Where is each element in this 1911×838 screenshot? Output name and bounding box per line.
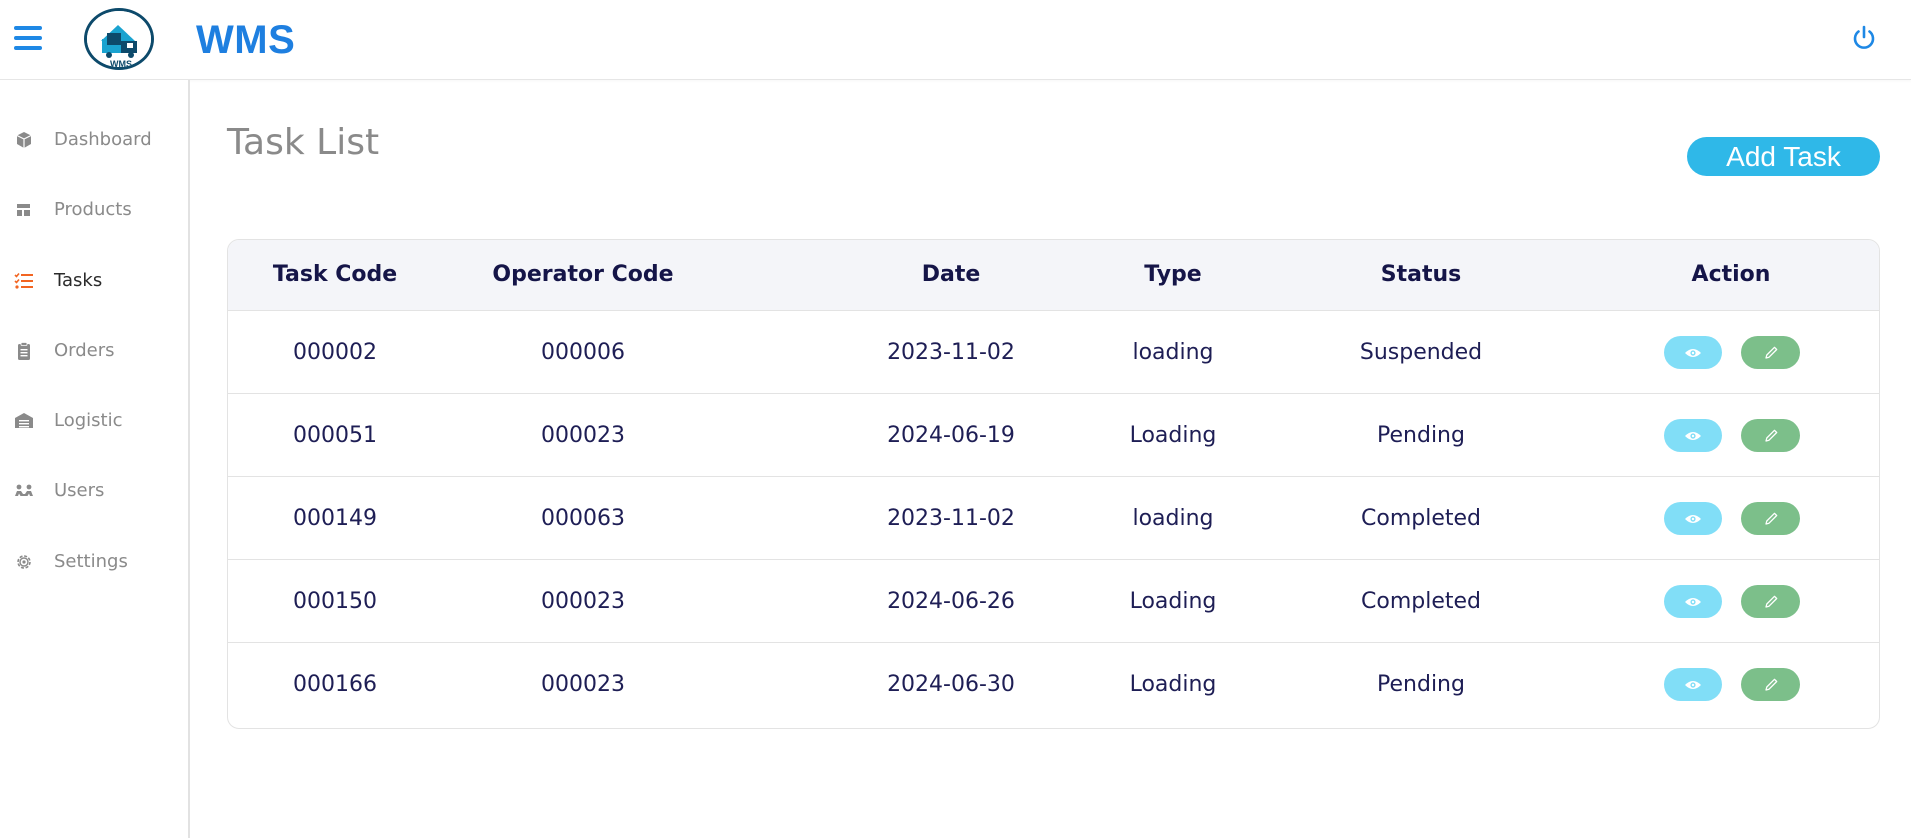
layout-icon <box>14 200 34 220</box>
table-row: 000166 000023 2024-06-30 Loading Pending <box>228 643 1879 726</box>
page-title: Task List <box>227 122 380 163</box>
operator-code-cell: 000023 <box>541 423 625 448</box>
sidebar-item-label: Settings <box>54 551 128 572</box>
date-cell: 2023-11-02 <box>887 340 1015 365</box>
top-bar: WMS WMS <box>0 0 1911 80</box>
sidebar-item-dashboard[interactable]: Dashboard <box>0 118 188 162</box>
checklist-icon <box>14 271 34 291</box>
task-code-cell: 000051 <box>293 423 377 448</box>
sidebar-item-products[interactable]: Products <box>0 188 188 232</box>
type-cell: Loading <box>1129 589 1217 614</box>
pencil-icon <box>1764 678 1777 691</box>
eye-icon <box>1685 431 1701 440</box>
date-cell: 2024-06-30 <box>887 672 1015 697</box>
column-header-date: Date <box>921 262 981 287</box>
svg-text:WMS: WMS <box>110 59 132 69</box>
users-icon <box>14 481 34 501</box>
view-button[interactable] <box>1664 668 1722 701</box>
view-button[interactable] <box>1664 502 1722 535</box>
edit-button[interactable] <box>1741 668 1800 701</box>
sidebar-item-tasks[interactable]: Tasks <box>0 259 188 303</box>
sidebar-item-logistic[interactable]: Logistic <box>0 399 188 443</box>
eye-icon <box>1685 348 1701 357</box>
view-button[interactable] <box>1664 419 1722 452</box>
clipboard-icon <box>14 341 34 361</box>
hamburger-icon[interactable] <box>14 26 42 50</box>
type-cell: loading <box>1132 340 1214 365</box>
task-code-cell: 000166 <box>293 672 377 697</box>
sidebar-item-label: Users <box>54 480 105 501</box>
add-task-button[interactable]: Add Task <box>1687 137 1880 176</box>
task-table: Task Code Operator Code Date Type Status… <box>227 239 1880 729</box>
operator-code-cell: 000023 <box>541 672 625 697</box>
table-header: Task Code Operator Code Date Type Status… <box>228 240 1879 311</box>
status-cell: Completed <box>1361 589 1481 614</box>
sidebar-item-label: Logistic <box>54 410 123 431</box>
operator-code-cell: 000006 <box>541 340 625 365</box>
view-button[interactable] <box>1664 585 1722 618</box>
date-cell: 2024-06-19 <box>887 423 1015 448</box>
status-cell: Completed <box>1361 506 1481 531</box>
sidebar-item-settings[interactable]: Settings <box>0 540 188 584</box>
edit-button[interactable] <box>1741 336 1800 369</box>
eye-icon <box>1685 597 1701 606</box>
app-title: WMS <box>196 18 296 62</box>
type-cell: loading <box>1132 506 1214 531</box>
status-cell: Pending <box>1377 672 1465 697</box>
sidebar-item-label: Orders <box>54 340 115 361</box>
sidebar-item-label: Dashboard <box>54 129 152 150</box>
column-header-operator-code: Operator Code <box>492 262 674 287</box>
pencil-icon <box>1764 346 1777 359</box>
sidebar-item-orders[interactable]: Orders <box>0 329 188 373</box>
task-code-cell: 000150 <box>293 589 377 614</box>
box-icon <box>14 130 34 150</box>
pencil-icon <box>1764 429 1777 442</box>
date-cell: 2024-06-26 <box>887 589 1015 614</box>
task-code-cell: 000149 <box>293 506 377 531</box>
table-row: 000150 000023 2024-06-26 Loading Complet… <box>228 560 1879 643</box>
sidebar-item-users[interactable]: Users <box>0 469 188 513</box>
view-button[interactable] <box>1664 336 1722 369</box>
edit-button[interactable] <box>1741 419 1800 452</box>
task-code-cell: 000002 <box>293 340 377 365</box>
column-header-action: Action <box>1691 262 1771 287</box>
table-row: 000149 000063 2023-11-02 loading Complet… <box>228 477 1879 560</box>
eye-icon <box>1685 680 1701 689</box>
pencil-icon <box>1764 595 1777 608</box>
operator-code-cell: 000023 <box>541 589 625 614</box>
type-cell: Loading <box>1129 423 1217 448</box>
gear-icon <box>14 552 34 572</box>
sidebar-item-label: Tasks <box>54 270 103 291</box>
status-cell: Pending <box>1377 423 1465 448</box>
sidebar: Dashboard Products Tasks Orders Logistic… <box>0 80 190 838</box>
type-cell: Loading <box>1129 672 1217 697</box>
table-row: 000002 000006 2023-11-02 loading Suspend… <box>228 311 1879 394</box>
status-cell: Suspended <box>1359 340 1483 365</box>
column-header-task-code: Task Code <box>272 262 398 287</box>
date-cell: 2023-11-02 <box>887 506 1015 531</box>
eye-icon <box>1685 514 1701 523</box>
app-logo: WMS <box>84 8 154 70</box>
operator-code-cell: 000063 <box>541 506 625 531</box>
warehouse-icon <box>14 411 34 431</box>
column-header-type: Type <box>1144 262 1202 287</box>
column-header-status: Status <box>1380 262 1462 287</box>
sidebar-item-label: Products <box>54 199 132 220</box>
edit-button[interactable] <box>1741 585 1800 618</box>
table-row: 000051 000023 2024-06-19 Loading Pending <box>228 394 1879 477</box>
power-icon[interactable] <box>1850 24 1878 52</box>
pencil-icon <box>1764 512 1777 525</box>
edit-button[interactable] <box>1741 502 1800 535</box>
